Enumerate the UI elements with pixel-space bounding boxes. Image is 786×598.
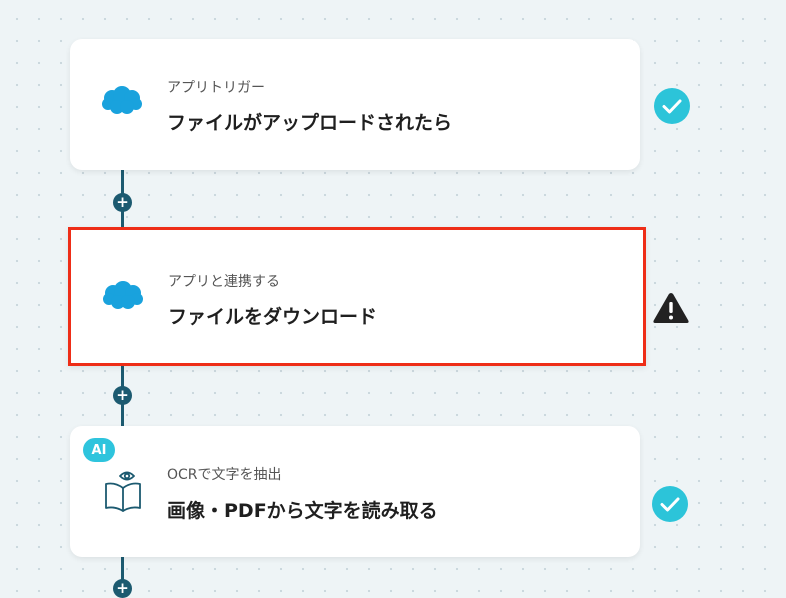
flow-step-card[interactable]: OCRで文字を抽出 画像・PDFから文字を読み取る [70, 426, 640, 557]
warning-triangle-icon [652, 291, 690, 329]
check-circle-icon [652, 486, 688, 526]
flow-step-card-selected[interactable]: アプリと連携する ファイルをダウンロード [68, 227, 646, 366]
ai-badge: AI [83, 438, 115, 462]
step-type-label: アプリと連携する [168, 274, 280, 290]
flow-step-card[interactable]: アプリトリガー ファイルがアップロードされたら [70, 39, 640, 170]
step-type-label: アプリトリガー [167, 80, 265, 96]
check-circle-icon [654, 88, 690, 128]
add-step-button[interactable]: + [113, 386, 132, 405]
add-step-button[interactable]: + [113, 579, 132, 598]
step-title: ファイルがアップロードされたら [167, 112, 453, 134]
add-step-button[interactable]: + [113, 193, 132, 212]
step-title: ファイルをダウンロード [168, 306, 378, 328]
salesforce-cloud-icon [101, 280, 145, 318]
step-title: 画像・PDFから文字を読み取る [167, 500, 438, 522]
salesforce-cloud-icon [100, 85, 144, 123]
step-type-label: OCRで文字を抽出 [167, 467, 282, 483]
open-book-eye-icon [103, 470, 143, 516]
